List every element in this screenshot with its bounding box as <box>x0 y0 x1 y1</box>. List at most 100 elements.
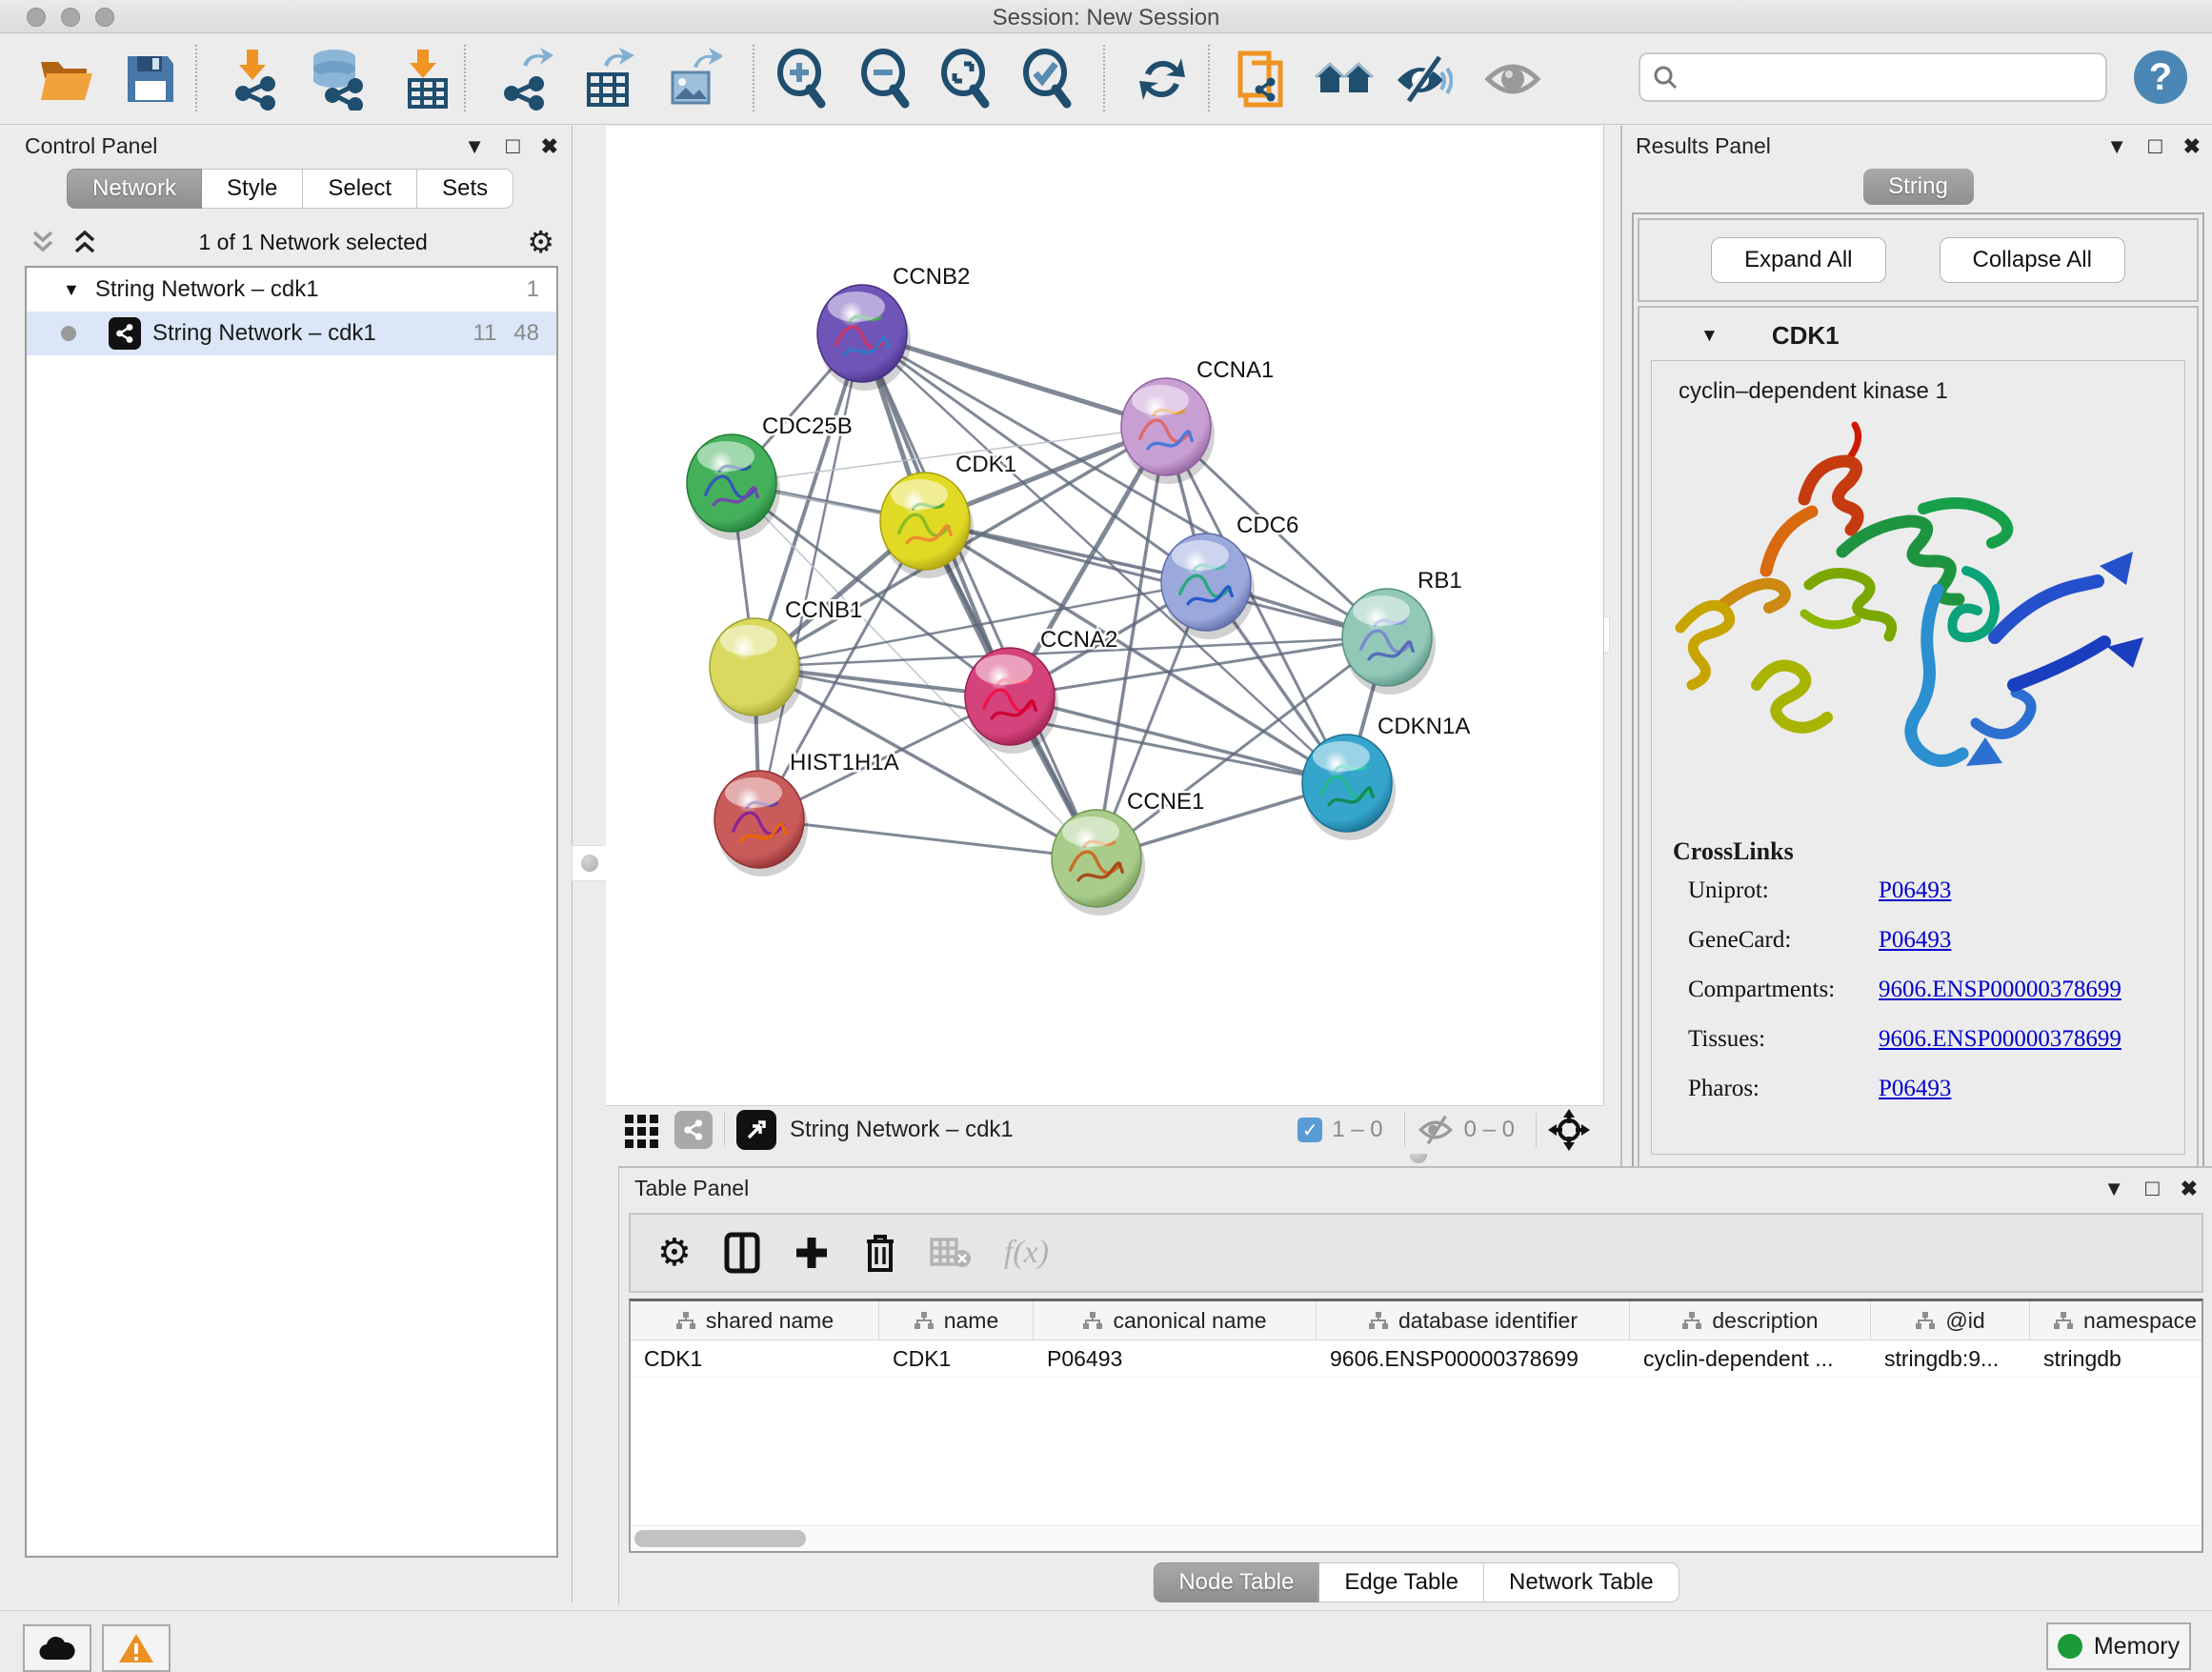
column-header-shared-name[interactable]: shared name <box>631 1301 879 1340</box>
collapse-all-button[interactable]: Collapse All <box>1940 237 2125 283</box>
network-mode-icon[interactable] <box>674 1111 713 1149</box>
network-node-hist1h1a[interactable]: HIST1H1A <box>714 750 899 876</box>
scrollbar-thumb[interactable] <box>634 1530 806 1547</box>
collapse-triangle-icon[interactable]: ▼ <box>1700 326 1719 347</box>
tab-select[interactable]: Select <box>303 169 417 209</box>
network-node-cdc25b[interactable]: CDC25B <box>687 413 853 540</box>
network-node-ccnb1[interactable]: CCNB1 <box>710 597 862 724</box>
import-network-button[interactable] <box>219 47 288 111</box>
memory-status-dot <box>2058 1634 2082 1659</box>
copy-document-icon <box>1233 48 1290 111</box>
crosslink-link[interactable]: 9606.ENSP00000378699 <box>1879 977 2122 1003</box>
hide-items-button[interactable] <box>1389 47 1458 111</box>
close-panel-icon[interactable]: ✖ <box>541 136 558 157</box>
float-panel-icon[interactable]: ▼ <box>464 136 485 157</box>
tab-edge-table[interactable]: Edge Table <box>1319 1562 1484 1602</box>
gear-icon[interactable]: ⚙ <box>527 224 554 260</box>
import-network-from-database-button[interactable] <box>303 47 372 111</box>
add-column-icon[interactable] <box>793 1234 831 1272</box>
collapse-triangle-icon[interactable]: ▼ <box>63 280 80 300</box>
table-cell: CDK1 <box>631 1340 879 1377</box>
network-edge[interactable] <box>925 521 1387 637</box>
crosslink-link[interactable]: 9606.ENSP00000378699 <box>1879 1026 2122 1053</box>
table-settings-gear-icon[interactable]: ⚙ <box>657 1231 692 1275</box>
close-panel-icon[interactable]: ✖ <box>2183 136 2201 157</box>
help-button[interactable]: ? <box>2134 50 2187 104</box>
protein-name: CDK1 <box>1772 321 1840 351</box>
expand-all-button[interactable]: Expand All <box>1711 237 1885 283</box>
selected-checkbox-icon[interactable]: ✓ <box>1297 1118 1322 1142</box>
show-columns-icon[interactable] <box>724 1232 760 1274</box>
maximize-panel-icon[interactable]: □ <box>2148 135 2162 158</box>
refresh-layout-button[interactable] <box>1128 47 1196 111</box>
left-splitter-handle[interactable] <box>572 845 608 881</box>
column-header-namespace[interactable]: namespace <box>2030 1301 2203 1340</box>
maximize-panel-icon[interactable]: □ <box>506 135 520 158</box>
export-image-button[interactable] <box>659 47 728 111</box>
zoom-out-button[interactable] <box>852 47 920 111</box>
crosslink-link[interactable]: P06493 <box>1879 927 1951 954</box>
column-header-database-identifier[interactable]: database identifier <box>1317 1301 1630 1340</box>
node-label-ccne1: CCNE1 <box>1127 789 1204 815</box>
table-row[interactable]: CDK1CDK1P064939606.ENSP00000378699cyclin… <box>631 1340 2202 1378</box>
maximize-panel-icon[interactable]: □ <box>2145 1178 2160 1200</box>
export-network-button[interactable] <box>490 47 558 111</box>
column-header-name[interactable]: name <box>879 1301 1034 1340</box>
memory-button[interactable]: Memory <box>2046 1622 2191 1670</box>
tab-sets[interactable]: Sets <box>417 169 513 209</box>
export-table-button[interactable] <box>573 47 642 111</box>
close-panel-icon[interactable]: ✖ <box>2181 1178 2198 1199</box>
float-panel-icon[interactable]: ▼ <box>2103 1178 2124 1199</box>
protein-structure-image <box>1652 409 2185 828</box>
column-header--id[interactable]: @id <box>1871 1301 2030 1340</box>
crosslink-row: Tissues:9606.ENSP00000378699 <box>1688 1026 2184 1053</box>
tab-style[interactable]: Style <box>202 169 303 209</box>
status-bar: Memory <box>0 1610 2212 1672</box>
node-label-hist1h1a: HIST1H1A <box>790 750 899 776</box>
detach-view-icon[interactable] <box>736 1110 776 1150</box>
network-edge[interactable] <box>862 333 1096 858</box>
warnings-button[interactable] <box>102 1624 171 1672</box>
network-node-cdk1[interactable]: CDK1 <box>880 452 1016 578</box>
tab-network-table[interactable]: Network Table <box>1484 1562 1679 1602</box>
float-panel-icon[interactable]: ▼ <box>2106 136 2127 157</box>
cloud-status-button[interactable] <box>23 1624 91 1672</box>
network-collection-row[interactable]: ▼ String Network – cdk1 1 <box>27 268 556 312</box>
tab-string[interactable]: String <box>1863 169 1974 205</box>
tab-node-table[interactable]: Node Table <box>1153 1562 1319 1602</box>
network-canvas[interactable]: CCNB2CCNA1CDC25BCDK1CDC6RB1CCNB1CCNA2CDK… <box>606 126 1604 1105</box>
network-node-ccna1[interactable]: CCNA1 <box>1121 357 1274 484</box>
export-table-icon <box>579 48 636 111</box>
network-node-rb1[interactable]: RB1 <box>1342 568 1462 695</box>
tab-network[interactable]: Network <box>67 169 202 209</box>
home-button[interactable] <box>1311 47 1379 111</box>
zoom-selected-button[interactable] <box>1014 47 1082 111</box>
show-items-button[interactable] <box>1478 47 1547 111</box>
database-icon <box>306 48 369 111</box>
delete-column-icon[interactable] <box>863 1232 897 1274</box>
expand-all-icon[interactable] <box>70 229 99 255</box>
network-edge[interactable] <box>759 819 1096 858</box>
network-graph[interactable]: CCNB2CCNA1CDC25BCDK1CDC6RB1CCNB1CCNA2CDK… <box>606 126 1603 1105</box>
network-node-ccnb2[interactable]: CCNB2 <box>817 264 970 391</box>
network-node-cdkn1a[interactable]: CDKN1A <box>1302 714 1470 840</box>
collapse-all-icon[interactable] <box>29 229 57 255</box>
grid-mode-icon[interactable] <box>623 1111 661 1149</box>
crosslink-link[interactable]: P06493 <box>1879 877 1951 904</box>
zoom-in-button[interactable] <box>768 47 836 111</box>
import-table-button[interactable] <box>391 47 459 111</box>
open-session-button[interactable] <box>32 47 101 111</box>
table-horizontal-scrollbar[interactable] <box>631 1525 2202 1551</box>
search-input[interactable] <box>1679 63 2082 91</box>
fit-selected-icon[interactable] <box>1548 1109 1590 1151</box>
zoom-in-icon <box>774 49 831 110</box>
column-header-canonical-name[interactable]: canonical name <box>1034 1301 1317 1340</box>
network-edge[interactable] <box>759 333 862 819</box>
crosslink-link[interactable]: P06493 <box>1879 1076 1951 1102</box>
copy-network-button[interactable] <box>1227 47 1296 111</box>
column-header-description[interactable]: description <box>1630 1301 1871 1340</box>
cloud-icon <box>38 1635 76 1662</box>
save-session-button[interactable] <box>116 47 185 111</box>
zoom-fit-button[interactable] <box>932 47 1000 111</box>
network-row[interactable]: String Network – cdk1 11 48 <box>27 312 556 355</box>
